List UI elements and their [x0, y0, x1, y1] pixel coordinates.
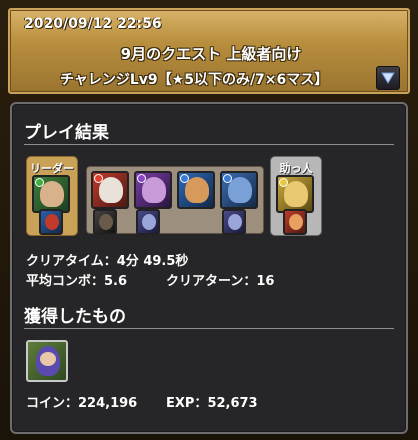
clear-time-value: 4分 49.5秒	[116, 254, 189, 269]
coin-value: 224,196	[78, 396, 138, 411]
leader-monster-icon[interactable]	[32, 175, 70, 213]
quest-title: 9月のクエスト 上級者向け	[120, 45, 302, 63]
clear-time-row: クリアタイム：4分 49.5秒	[26, 250, 188, 269]
sub-monster-2-icon[interactable]	[134, 171, 172, 209]
exp-value: 52,673	[207, 396, 258, 411]
sub-monster-1-icon[interactable]	[91, 171, 129, 209]
leader-assist-icon[interactable]	[39, 209, 63, 235]
obtained-title: 獲得したもの	[24, 307, 126, 327]
sub-monster-3-icon[interactable]	[177, 171, 215, 209]
helper-slot: 助っ人	[270, 156, 322, 236]
clear-turn-row: クリアターン：16	[166, 270, 274, 289]
exp-row: EXP：52,673	[166, 392, 258, 411]
leader-label: リーダー	[30, 162, 74, 175]
sub-assist-4-icon[interactable]	[222, 209, 246, 235]
divider	[24, 328, 394, 329]
leader-slot: リーダー	[26, 156, 78, 236]
avg-combo-label: 平均コンボ：	[26, 274, 105, 289]
sub-assist-2-icon[interactable]	[136, 209, 160, 235]
clear-turn-value: 16	[256, 274, 275, 289]
divider	[24, 144, 394, 145]
play-result-title: プレイ結果	[24, 123, 109, 143]
stage-name: チャレンジLv9【★5以下のみ/7×6マス】	[60, 72, 329, 88]
sub-monster-4-icon[interactable]	[220, 171, 258, 209]
coin-label: コイン：	[26, 396, 79, 411]
clear-turn-label: クリアターン：	[166, 274, 257, 289]
coin-row: コイン：224,196	[26, 392, 137, 411]
sub-assist-1-icon[interactable]	[93, 209, 117, 235]
triangle-down-icon	[381, 72, 395, 84]
exp-label: EXP：	[166, 396, 208, 411]
play-datetime: 2020/09/12 22:56	[24, 16, 162, 32]
helper-monster-icon[interactable]	[276, 175, 314, 213]
clear-time-label: クリアタイム：	[26, 254, 117, 269]
dropped-monster-icon[interactable]	[26, 340, 68, 382]
sub-members	[86, 166, 264, 235]
avg-combo-value: 5.6	[104, 274, 128, 289]
helper-assist-icon[interactable]	[283, 209, 307, 235]
avg-combo-row: 平均コンボ：5.6	[26, 270, 127, 289]
quest-header: 2020/09/12 22:56 9月のクエスト 上級者向け チャレンジLv9【…	[8, 8, 410, 94]
helper-label: 助っ人	[279, 162, 313, 175]
expand-button[interactable]	[376, 66, 400, 90]
result-panel: プレイ結果 リーダー 助っ人 クリアタイム：4分 49.5秒 平均コンボ：5.6…	[10, 102, 408, 434]
